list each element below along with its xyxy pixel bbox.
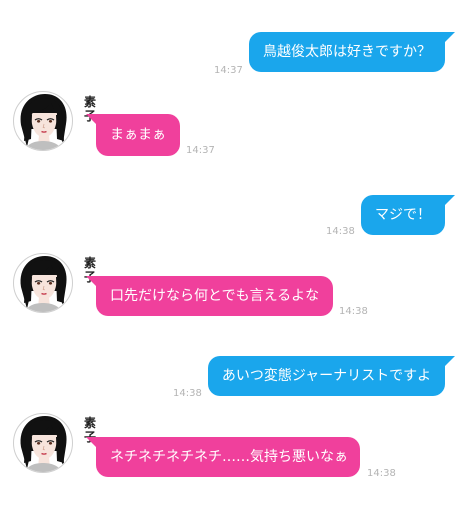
message-text: あいつ変態ジャーナリストですよ — [221, 368, 432, 384]
message-timestamp: 14:37 — [186, 145, 215, 156]
message-text: 鳥越俊太郎は好きですか？ — [263, 44, 431, 60]
message-timestamp: 14:38 — [326, 226, 355, 237]
message-bubble[interactable]: ネチネチネチネチ……気持ち悪いなぁ — [86, 437, 360, 477]
avatar-icon[interactable] — [13, 253, 73, 313]
message-bubble[interactable]: まぁまぁ — [86, 114, 180, 156]
message-timestamp: 14:38 — [339, 306, 368, 317]
message-timestamp: 14:37 — [214, 65, 243, 76]
message-bubble[interactable]: 口先だけなら何とでも言えるよな — [86, 276, 333, 316]
avatar-icon[interactable] — [13, 91, 73, 151]
message-text: まぁまぁ — [110, 127, 166, 143]
message-text: ネチネチネチネチ……気持ち悪いなぁ — [110, 449, 348, 465]
message-text: マジで！ — [375, 207, 431, 223]
message-bubble[interactable]: 鳥越俊太郎は好きですか？ — [249, 32, 455, 72]
message-text: 口先だけなら何とでも言えるよな — [110, 288, 320, 304]
message-timestamp: 14:38 — [367, 468, 396, 479]
message-timestamp: 14:38 — [173, 388, 202, 399]
message-bubble[interactable]: マジで！ — [361, 195, 455, 235]
avatar-icon[interactable] — [13, 413, 73, 473]
message-bubble[interactable]: あいつ変態ジャーナリストですよ — [208, 356, 455, 396]
